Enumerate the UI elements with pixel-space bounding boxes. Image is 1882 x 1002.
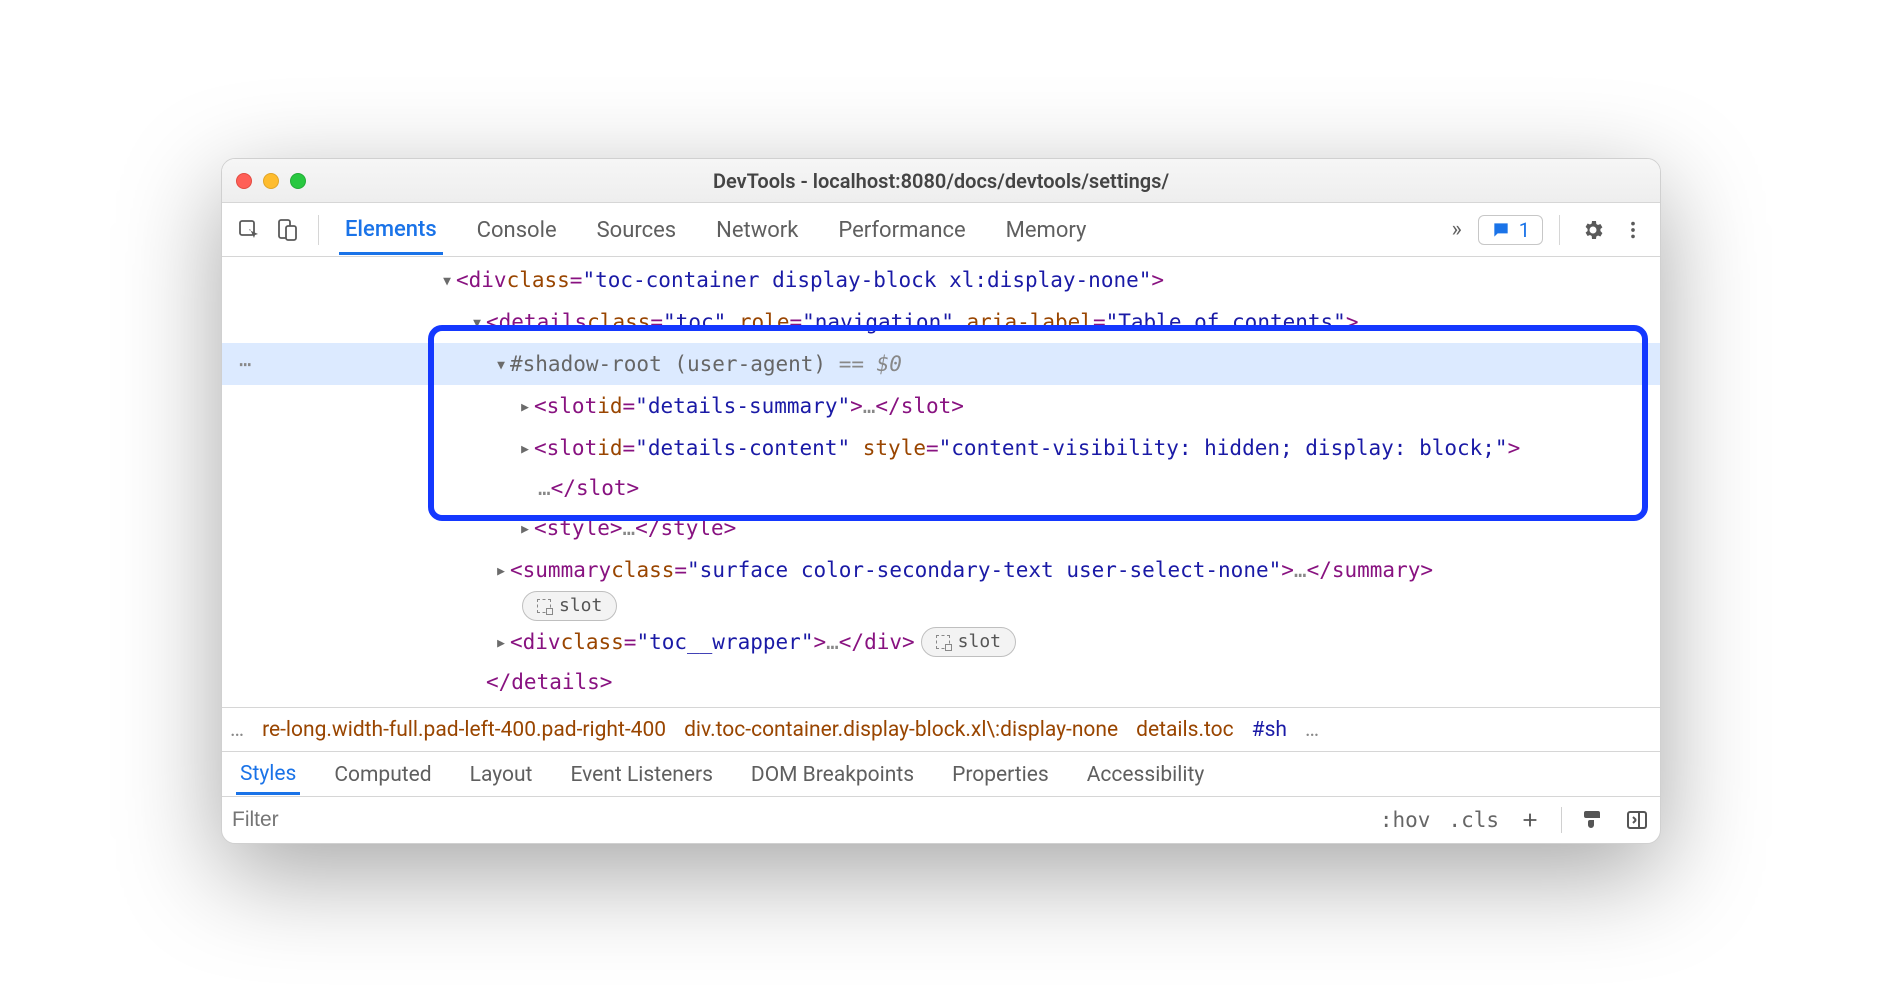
crumb-segment[interactable]: details.toc	[1136, 718, 1234, 742]
dom-breadcrumbs[interactable]: … re-long.width-full.pad-left-400.pad-ri…	[222, 707, 1660, 751]
expand-caret-icon[interactable]	[492, 343, 510, 385]
reveal-slot-badge[interactable]: slot	[522, 591, 617, 621]
issues-count: 1	[1519, 218, 1530, 242]
tab-event-listeners[interactable]: Event Listeners	[566, 755, 716, 793]
expand-caret-icon[interactable]	[516, 427, 534, 469]
devtools-window: DevTools - localhost:8080/docs/devtools/…	[221, 158, 1661, 844]
styles-panel-tabs: Styles Computed Layout Event Listeners D…	[222, 751, 1660, 797]
crumb-segment[interactable]: re-long.width-full.pad-left-400.pad-righ…	[262, 718, 666, 742]
dom-row[interactable]: <slot id= "details-content" style= "cont…	[222, 427, 1660, 469]
expand-caret-icon[interactable]	[516, 507, 534, 549]
dom-row[interactable]: <style> … </style>	[222, 507, 1660, 549]
main-tabs: Elements Console Sources Network Perform…	[333, 205, 1435, 255]
expand-caret-icon[interactable]	[516, 385, 534, 427]
reveal-slot-badge[interactable]: slot	[921, 627, 1016, 657]
tab-memory[interactable]: Memory	[1000, 206, 1093, 253]
styles-filter-input[interactable]	[232, 808, 1380, 832]
tab-sources[interactable]: Sources	[591, 206, 683, 253]
kebab-menu-icon[interactable]	[1616, 213, 1650, 247]
dom-row[interactable]: … </slot>	[222, 469, 1660, 507]
tab-console[interactable]: Console	[471, 206, 563, 253]
toolbar-separator	[1559, 215, 1560, 245]
tab-properties[interactable]: Properties	[948, 755, 1053, 793]
tab-computed[interactable]: Computed	[330, 755, 435, 793]
device-toggle-icon[interactable]	[270, 213, 304, 247]
titlebar: DevTools - localhost:8080/docs/devtools/…	[222, 159, 1660, 203]
toggle-hov-button[interactable]: :hov	[1380, 808, 1431, 832]
dom-tree[interactable]: <div class = "toc-container display-bloc…	[222, 257, 1660, 707]
styles-filter-bar: :hov .cls	[222, 797, 1660, 843]
tab-performance[interactable]: Performance	[832, 206, 971, 253]
dom-row[interactable]: <div class= "toc__wrapper" > … </div> sl…	[222, 621, 1660, 663]
tab-layout[interactable]: Layout	[466, 755, 537, 793]
crumb-segment[interactable]: #sh	[1252, 718, 1287, 742]
tab-accessibility[interactable]: Accessibility	[1083, 755, 1209, 793]
paint-brush-icon[interactable]	[1580, 807, 1606, 833]
window-title: DevTools - localhost:8080/docs/devtools/…	[222, 169, 1660, 193]
more-tabs-icon[interactable]: »	[1439, 217, 1473, 242]
dom-row[interactable]: <slot id= "details-summary" > … </slot>	[222, 385, 1660, 427]
expand-caret-icon[interactable]	[468, 301, 486, 343]
dom-row[interactable]: <summary class= "surface color-secondary…	[222, 549, 1660, 591]
tab-network[interactable]: Network	[710, 206, 804, 253]
computed-sidebar-toggle-icon[interactable]	[1624, 807, 1650, 833]
tab-styles[interactable]: Styles	[236, 754, 300, 795]
dom-row[interactable]: <details class= "toc" role= "navigation"…	[222, 301, 1660, 343]
crumb-overflow-left[interactable]: …	[230, 718, 244, 742]
dom-row[interactable]: </details>	[222, 663, 1660, 701]
toggle-cls-button[interactable]: .cls	[1448, 808, 1499, 832]
expand-caret-icon[interactable]	[492, 621, 510, 663]
crumb-overflow-right[interactable]: …	[1305, 718, 1319, 742]
row-ellipsis-icon[interactable]: ⋯	[222, 345, 268, 383]
dom-row-selected[interactable]: ⋯ #shadow-root (user-agent) == $0	[222, 343, 1660, 385]
reveal-icon	[537, 599, 551, 613]
tab-dom-breakpoints[interactable]: DOM Breakpoints	[747, 755, 918, 793]
dom-row[interactable]: slot	[222, 591, 1660, 621]
expand-caret-icon[interactable]	[438, 259, 456, 301]
separator	[1561, 807, 1562, 833]
issues-badge[interactable]: 1	[1478, 215, 1543, 245]
settings-icon[interactable]	[1576, 213, 1610, 247]
expand-caret-icon[interactable]	[492, 549, 510, 591]
reveal-icon	[936, 635, 950, 649]
crumb-segment[interactable]: div.toc-container.display-block.xl\:disp…	[684, 718, 1118, 742]
toolbar-separator	[318, 215, 319, 245]
tab-elements[interactable]: Elements	[339, 205, 443, 255]
main-toolbar: Elements Console Sources Network Perform…	[222, 203, 1660, 257]
new-style-rule-icon[interactable]	[1517, 807, 1543, 833]
inspect-icon[interactable]	[232, 213, 266, 247]
dom-row[interactable]: <div class = "toc-container display-bloc…	[222, 259, 1660, 301]
